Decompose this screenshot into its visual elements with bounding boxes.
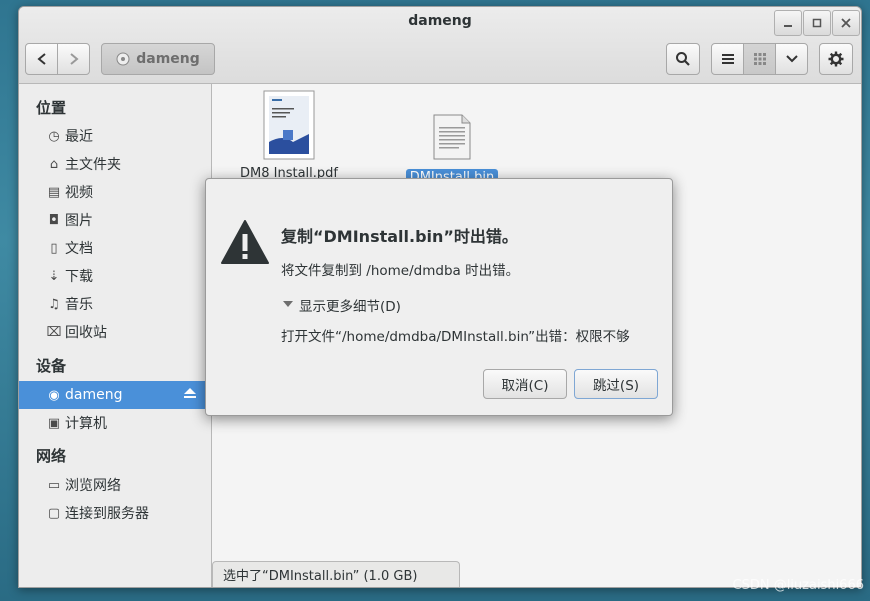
sidebar-item-videos[interactable]: ▤ 视频 — [19, 178, 211, 206]
chevron-left-icon — [36, 53, 46, 65]
sidebar-item-dameng[interactable]: ◉ dameng — [19, 381, 211, 409]
download-icon: ⇣ — [48, 268, 60, 284]
settings-button[interactable] — [819, 43, 853, 75]
maximize-icon — [812, 18, 822, 28]
minimize-button[interactable] — [774, 10, 802, 36]
file-item-bin[interactable]: DMInstall.bin — [402, 114, 502, 186]
computer-icon: ▣ — [47, 415, 61, 431]
list-view-button[interactable] — [711, 43, 744, 75]
sidebar-item-computer[interactable]: ▣ 计算机 — [19, 409, 211, 437]
eject-icon[interactable] — [183, 386, 197, 404]
sidebar-item-label: 连接到服务器 — [65, 506, 149, 522]
sidebar-item-label: 下载 — [65, 269, 93, 285]
sidebar-item-label: 音乐 — [65, 297, 93, 313]
sidebar-item-documents[interactable]: ▯ 文档 — [19, 234, 211, 262]
status-bar: 选中了“DMInstall.bin” (1.0 GB) — [212, 561, 460, 587]
music-icon: ♫ — [48, 296, 60, 312]
sidebar-item-label: 浏览网络 — [65, 478, 121, 494]
path-bar-button[interactable]: dameng — [101, 43, 215, 75]
minimize-icon — [784, 25, 792, 27]
close-button[interactable] — [832, 10, 860, 36]
error-dialog: 复制“DMInstall.bin”时出错。 将文件复制到 /home/dmdba… — [205, 178, 673, 416]
close-icon — [841, 18, 851, 28]
cancel-button[interactable]: 取消(C) — [483, 369, 567, 399]
watermark-text: CSDN @liuzaishi666 — [732, 578, 865, 593]
search-icon — [676, 52, 690, 66]
clock-icon: ◷ — [48, 128, 60, 144]
chevron-right-icon — [69, 53, 79, 65]
search-button[interactable] — [666, 43, 700, 75]
sidebar-item-pictures[interactable]: ◘ 图片 — [19, 206, 211, 234]
sidebar-header-network: 网络 — [36, 447, 67, 465]
file-item-pdf[interactable]: DM8 Install.pdf — [240, 90, 338, 181]
grid-view-icon — [753, 53, 766, 65]
dialog-title: 复制“DMInstall.bin”时出错。 — [281, 227, 518, 246]
grid-view-button[interactable] — [743, 43, 776, 75]
sidebar-item-label: 回收站 — [65, 325, 107, 341]
gear-icon — [828, 51, 844, 67]
details-label: 显示更多细节(D) — [299, 299, 401, 315]
sidebar: 位置 ◷ 最近 ⌂ 主文件夹 ▤ 视频 ◘ 图片 ▯ 文档 ⇣ 下载 ♫ 音乐 ⌧ 回收站 设备… — [19, 84, 212, 587]
error-detail-text: 打开文件“/home/dmdba/DMInstall.bin”出错：权限不够 — [281, 329, 630, 345]
sidebar-item-label: 视频 — [65, 185, 93, 201]
disc-icon: ◉ — [48, 387, 60, 403]
film-icon: ▤ — [47, 184, 61, 200]
camera-icon: ◘ — [48, 212, 60, 228]
sidebar-item-connect-server[interactable]: ▢ 连接到服务器 — [19, 499, 211, 527]
sidebar-item-label: dameng — [65, 387, 123, 403]
sidebar-item-music[interactable]: ♫ 音乐 — [19, 290, 211, 318]
sidebar-item-trash[interactable]: ⌧ 回收站 — [19, 318, 211, 346]
window-title: dameng — [408, 13, 472, 29]
binary-file-icon — [433, 114, 471, 160]
chevron-down-icon — [785, 55, 798, 63]
maximize-button[interactable] — [803, 10, 831, 36]
sidebar-item-downloads[interactable]: ⇣ 下载 — [19, 262, 211, 290]
dialog-message: 将文件复制到 /home/dmdba 时出错。 — [281, 263, 520, 279]
sidebar-item-browse-network[interactable]: ▭ 浏览网络 — [19, 471, 211, 499]
sidebar-item-label: 计算机 — [65, 416, 107, 432]
status-text: 选中了“DMInstall.bin” (1.0 GB) — [223, 569, 418, 584]
triangle-down-icon — [283, 301, 293, 307]
path-bar-label: dameng — [136, 51, 200, 67]
back-button[interactable] — [25, 43, 58, 75]
forward-button[interactable] — [57, 43, 90, 75]
list-view-icon — [721, 54, 734, 64]
title-bar: dameng dameng — [19, 7, 861, 84]
skip-button[interactable]: 跳过(S) — [574, 369, 658, 399]
sidebar-item-recent[interactable]: ◷ 最近 — [19, 122, 211, 150]
view-options-button[interactable] — [775, 43, 808, 75]
sidebar-header-devices: 设备 — [36, 357, 67, 375]
server-icon: ▢ — [47, 505, 61, 521]
sidebar-item-label: 图片 — [65, 213, 93, 229]
details-expander[interactable]: 显示更多细节(D) — [283, 295, 401, 315]
disc-icon — [116, 52, 130, 66]
network-icon: ▭ — [47, 477, 61, 493]
warning-icon — [221, 220, 269, 264]
sidebar-item-label: 主文件夹 — [65, 157, 121, 173]
document-icon: ▯ — [50, 240, 58, 256]
sidebar-item-label: 最近 — [65, 129, 93, 145]
sidebar-item-label: 文档 — [65, 241, 93, 257]
trash-icon: ⌧ — [46, 324, 62, 340]
home-icon: ⌂ — [49, 156, 59, 172]
pdf-file-icon — [263, 90, 315, 160]
sidebar-item-home[interactable]: ⌂ 主文件夹 — [19, 150, 211, 178]
sidebar-header-places: 位置 — [36, 99, 67, 117]
